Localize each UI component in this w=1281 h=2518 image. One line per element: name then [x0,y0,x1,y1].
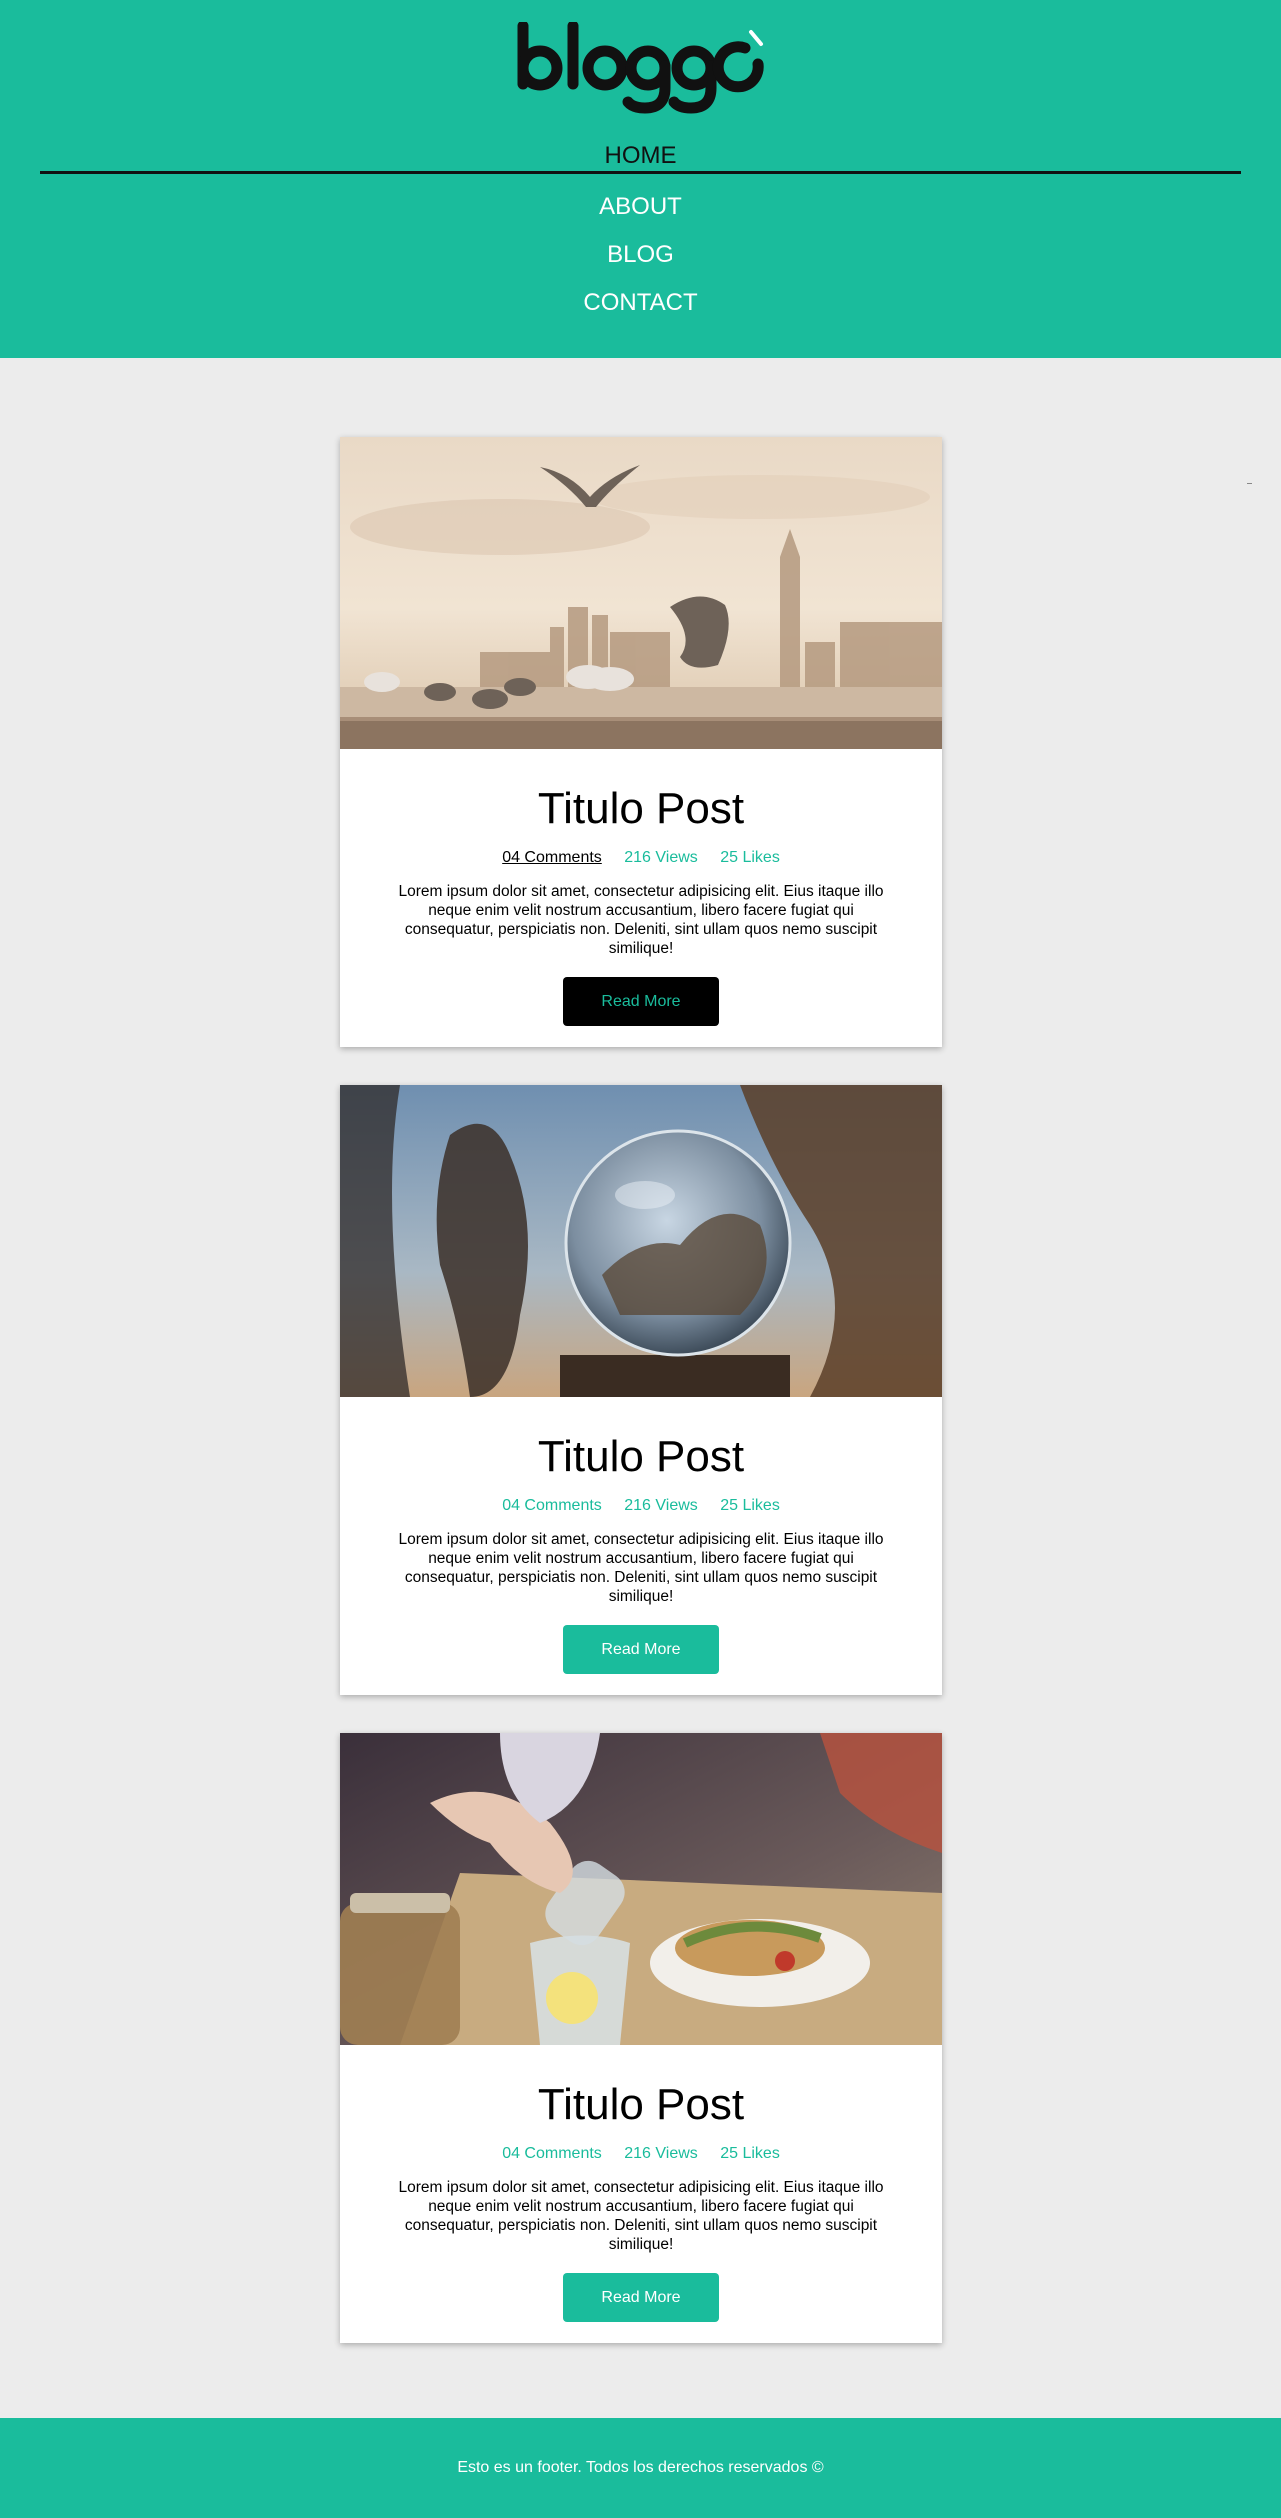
nav-item-contact: CONTACT [0,288,1281,318]
post-card-3: Titulo Post 04 Comments 216 Views 25 Lik… [340,1733,942,2343]
nav-link-blog[interactable]: BLOG [607,240,674,270]
post-meta: 04 Comments 216 Views 25 Likes [340,1495,942,1517]
likes-count[interactable]: 25 Likes [720,1497,780,1514]
post-image-city-birds [340,437,942,749]
nav-link-home[interactable]: HOME [605,140,677,172]
post-meta: 04 Comments 216 Views 25 Likes [340,847,942,869]
views-count[interactable]: 216 Views [624,1497,698,1514]
read-more-button[interactable]: Read More [563,2273,719,2322]
post-title: Titulo Post [537,784,745,833]
nav-link-about[interactable]: ABOUT [599,192,682,222]
nav-link-contact[interactable]: CONTACT [583,288,697,318]
footer-text: Esto es un footer. Todos los derechos re… [457,2459,824,2476]
views-count[interactable]: 216 Views [624,2145,698,2162]
post-title: Titulo Post [537,1432,745,1481]
site-footer: Esto es un footer. Todos los derechos re… [0,2418,1281,2518]
post-meta: 04 Comments 216 Views 25 Likes [340,2143,942,2165]
post-excerpt: Lorem ipsum dolor sit amet, consectetur … [398,883,884,957]
read-more-button[interactable]: Read More [563,1625,719,1674]
bloggo-logo[interactable] [515,22,767,122]
site-header: HOME ABOUT BLOG CONTACT [0,0,1281,358]
nav-home-container: HOME [40,140,1241,174]
likes-count[interactable]: 25 Likes [720,2145,780,2162]
comments-link[interactable]: 04 Comments [502,1497,602,1514]
decorative-dash [1247,483,1252,484]
post-excerpt: Lorem ipsum dolor sit amet, consectetur … [398,2179,884,2253]
post-image-restaurant [340,1733,942,2045]
nav-item-about: ABOUT [0,192,1281,222]
post-image-crystal-ball [340,1085,942,1397]
comments-link[interactable]: 04 Comments [502,849,602,866]
post-card-1: Titulo Post 04 Comments 216 Views 25 Lik… [340,437,942,1047]
likes-count[interactable]: 25 Likes [720,849,780,866]
read-more-button[interactable]: Read More [563,977,719,1026]
post-excerpt: Lorem ipsum dolor sit amet, consectetur … [398,1531,884,1605]
nav-item-blog: BLOG [0,240,1281,270]
post-title: Titulo Post [537,2080,745,2129]
post-card-2: Titulo Post 04 Comments 216 Views 25 Lik… [340,1085,942,1695]
views-count[interactable]: 216 Views [624,849,698,866]
comments-link[interactable]: 04 Comments [502,2145,602,2162]
